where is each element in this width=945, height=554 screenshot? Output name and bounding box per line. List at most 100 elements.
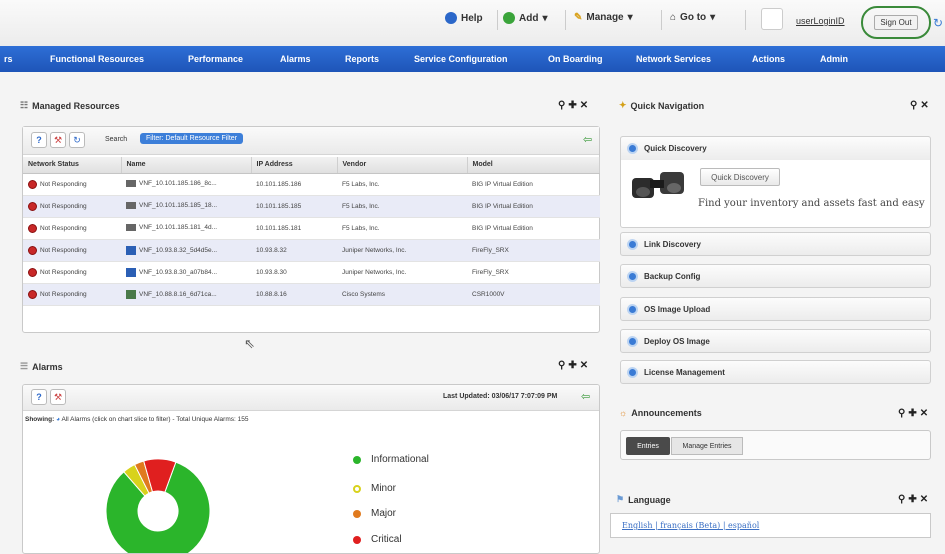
export-icon[interactable]: ⇦: [583, 133, 592, 146]
alarms-pie-chart[interactable]: [88, 437, 228, 554]
legend-dot: [353, 509, 361, 518]
nav-item-service-configuration[interactable]: Service Configuration: [414, 54, 508, 64]
col-vendor[interactable]: Vendor: [337, 157, 468, 174]
qn-item-os-image-upload[interactable]: OS Image Upload: [620, 297, 931, 321]
panel-controls[interactable]: ⚲✚✕: [898, 408, 931, 419]
name-text: VNF_10.101.185.181_4d...: [139, 224, 218, 232]
refresh-icon[interactable]: ↻: [933, 16, 943, 30]
wrench-icon: ⚒: [53, 134, 63, 145]
manage-label: Manage: [586, 12, 624, 23]
table-row[interactable]: Not Responding VNF_10.101.185.181_4d... …: [23, 217, 600, 240]
help-menu[interactable]: Help: [445, 12, 483, 24]
qn-label: License Management: [644, 367, 725, 377]
nav-item-on-boarding[interactable]: On Boarding: [548, 54, 603, 64]
arrow-circle-icon: [627, 366, 638, 378]
legend-dot: [353, 455, 361, 464]
nav-item-actions[interactable]: Actions: [752, 54, 785, 64]
nav-item-network-services[interactable]: Network Services: [636, 54, 711, 64]
device-icon: [126, 224, 136, 232]
panel-controls[interactable]: ⚲✚✕: [898, 494, 931, 505]
add-menu[interactable]: Add ▾: [503, 12, 547, 24]
quick-discovery-header[interactable]: Quick Discovery: [620, 136, 931, 160]
search-label[interactable]: Search: [105, 136, 127, 143]
status-text: Not Responding: [40, 202, 87, 210]
showing-line: Showing: ◕ All Alarms (click on chart sl…: [25, 416, 248, 423]
legend-label: Critical: [371, 534, 402, 545]
goto-menu[interactable]: ⌂ Go to ▾: [670, 12, 715, 23]
language-header: ⚑ Language: [616, 494, 671, 505]
col-model[interactable]: Model: [467, 157, 600, 174]
table-row[interactable]: Not Responding VNF_10.101.185.186_8c... …: [23, 173, 600, 196]
legend-item-critical[interactable]: Critical: [353, 534, 402, 545]
panel-controls[interactable]: ⚲✚✕: [558, 360, 591, 371]
nav-item-admin[interactable]: Admin: [820, 54, 848, 64]
showing-text: All Alarms (click on chart slice to filt…: [61, 416, 249, 423]
device-icon: [126, 267, 136, 277]
qn-item-link-discovery[interactable]: Link Discovery: [620, 232, 931, 256]
nav-item-resources[interactable]: rs: [4, 54, 13, 64]
qn-item-deploy-os-image[interactable]: Deploy OS Image: [620, 329, 931, 353]
qn-item-backup-config[interactable]: Backup Config: [620, 264, 931, 288]
help-label: Help: [461, 12, 483, 24]
language-links[interactable]: English | français (Beta) | español: [622, 521, 759, 530]
vendor-text: Cisco Systems: [337, 283, 467, 306]
resources-table: Network Status Name IP Address Vendor Mo…: [23, 157, 600, 306]
ip-text: 10.93.8.32: [251, 239, 337, 262]
name-text: VNF_10.101.185.185_18...: [139, 202, 218, 210]
legend-item-major[interactable]: Major: [353, 508, 396, 519]
col-name[interactable]: Name: [121, 157, 252, 174]
qn-label: OS Image Upload: [644, 304, 711, 314]
status-text: Not Responding: [40, 180, 87, 188]
quick-discovery-button[interactable]: Quick Discovery: [700, 168, 780, 186]
legend-item-informational[interactable]: Informational: [353, 454, 429, 465]
legend-dot: [353, 484, 361, 493]
help-button[interactable]: ?: [31, 132, 47, 148]
avatar[interactable]: [761, 8, 783, 30]
nav-item-alarms[interactable]: Alarms: [280, 54, 311, 64]
arrow-circle-icon: [627, 270, 638, 282]
name-text: VNF_10.93.8.32_5d4d5e...: [139, 246, 218, 254]
status-text: Not Responding: [40, 224, 87, 232]
help-button[interactable]: ?: [31, 389, 47, 405]
manage-menu[interactable]: ✎ Manage ▾: [574, 12, 633, 23]
qn-label: Link Discovery: [644, 239, 701, 249]
wrench-icon: ⚒: [53, 391, 63, 402]
ip-text: 10.101.185.181: [251, 217, 337, 240]
megaphone-icon: ☼: [619, 408, 628, 418]
arrow-circle-icon: [627, 303, 638, 315]
ip-text: 10.101.185.186: [251, 173, 337, 196]
tab-entries[interactable]: Entries: [626, 437, 670, 455]
chevron-down-icon: ▾: [542, 12, 548, 24]
user-link[interactable]: userLoginID: [796, 16, 845, 26]
nav-item-functional-resources[interactable]: Functional Resources: [50, 54, 144, 64]
panel-controls[interactable]: ⚲✕: [910, 100, 932, 111]
managed-resources-header: ☷ Managed Resources: [20, 100, 120, 111]
mouse-cursor-icon: ⇖: [244, 336, 255, 351]
nav-item-performance[interactable]: Performance: [188, 54, 243, 64]
table-row[interactable]: Not Responding VNF_10.88.8.16_6d71ca... …: [23, 283, 600, 306]
help-icon: ?: [36, 392, 42, 402]
export-icon[interactable]: ⇦: [581, 390, 590, 403]
alarms-toolbar: ? ⚒ Last Updated: 03/06/17 7:07:09 PM ⇦: [23, 385, 599, 411]
binoculars-icon: [632, 172, 684, 198]
filter-pill[interactable]: Filter: Default Resource Filter: [140, 133, 244, 144]
table-row[interactable]: Not Responding VNF_10.101.185.185_18... …: [23, 195, 600, 218]
tab-manage-entries[interactable]: Manage Entries: [671, 437, 743, 455]
quick-navigation-header: ✦ Quick Navigation: [619, 100, 704, 111]
pencil-icon: ✎: [574, 12, 583, 23]
edit-button[interactable]: ⚒: [50, 389, 66, 405]
legend-item-minor[interactable]: Minor: [353, 483, 396, 494]
panel-controls[interactable]: ⚲✚✕: [558, 100, 591, 111]
col-network-status[interactable]: Network Status: [23, 157, 122, 174]
nav-item-reports[interactable]: Reports: [345, 54, 379, 64]
sign-out-button[interactable]: Sign Out: [874, 15, 918, 30]
col-ip-address[interactable]: IP Address: [251, 157, 338, 174]
quick-discovery-label: Quick Discovery: [644, 144, 707, 153]
edit-button[interactable]: ⚒: [50, 132, 66, 148]
quick-discovery-description: Find your inventory and assets fast and …: [698, 198, 925, 209]
table-row[interactable]: Not Responding VNF_10.93.8.32_5d4d5e... …: [23, 239, 600, 262]
qn-item-license-management[interactable]: License Management: [620, 360, 931, 384]
goto-label: Go to: [680, 12, 707, 23]
refresh-button[interactable]: ↻: [69, 132, 85, 148]
table-row[interactable]: Not Responding VNF_10.93.8.30_a07b84... …: [23, 261, 600, 284]
